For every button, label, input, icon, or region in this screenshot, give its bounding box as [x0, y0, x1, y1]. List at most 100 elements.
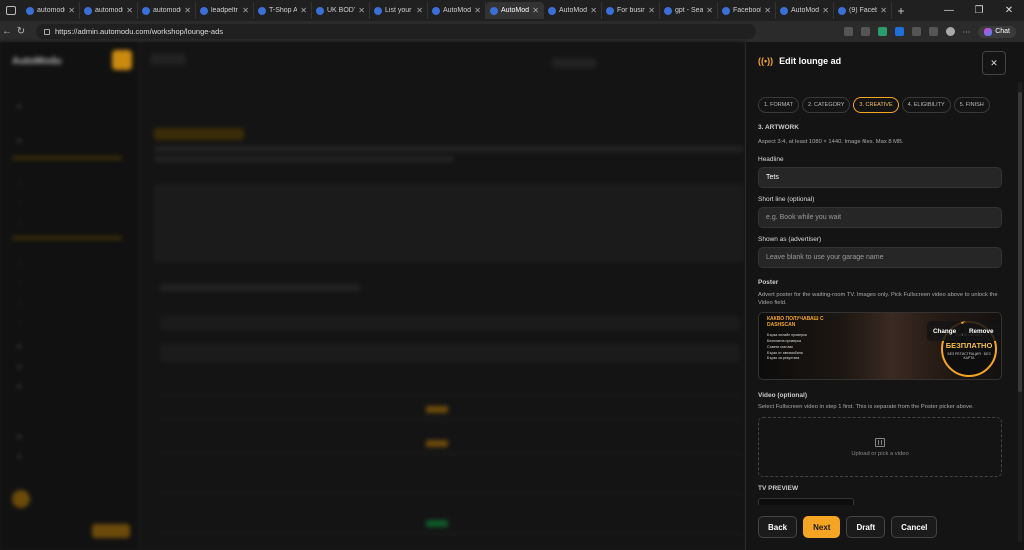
tab-close-icon[interactable]: ✕ [68, 6, 75, 15]
tab-favicon-icon [838, 6, 846, 15]
panel-scroll-area[interactable]: 3. ARTWORK Aspect 3:4, at least 1080 × 1… [758, 122, 1002, 505]
browser-tab[interactable]: AutoModi ✕ [776, 2, 834, 19]
favorites-icon[interactable] [928, 27, 938, 36]
new-tab-button[interactable]: + [892, 4, 910, 18]
tab-close-icon[interactable]: ✕ [880, 6, 887, 15]
tab-favicon-icon [606, 6, 614, 15]
sidebar-item: ▪ [18, 362, 21, 371]
video-label: Video (optional) [758, 392, 807, 400]
browser-tab[interactable]: For busine✕ [602, 2, 660, 19]
change-poster-button[interactable]: Change [927, 321, 963, 342]
panel-scrollbar[interactable] [1018, 82, 1022, 542]
browser-tab[interactable]: List your ✕ [370, 2, 428, 19]
edit-lounge-ad-panel: ((•)) Edit lounge ad ✕ 1. FORMAT 2. CATEG… [745, 42, 1024, 550]
draft-button[interactable]: Draft [846, 516, 886, 538]
more-icon[interactable]: ⋯ [963, 27, 971, 36]
app-main [140, 42, 745, 550]
tab-close-icon[interactable]: ✕ [358, 6, 365, 15]
browser-tab[interactable]: automodu ✕ [80, 2, 138, 19]
tab-close-icon[interactable]: ✕ [706, 6, 713, 15]
poster-help: Advert poster for the waiting-room TV. I… [758, 291, 998, 306]
sidebar-item [12, 236, 122, 240]
browser-tab[interactable]: AutoModu✕ [428, 2, 486, 19]
sidebar-item: · [18, 278, 21, 287]
sidebar-item: · [18, 218, 21, 227]
shown-as-input[interactable]: Leave blank to use your garage name [758, 246, 1002, 268]
maximize-icon[interactable]: ❐ [964, 0, 994, 21]
tab-close-icon[interactable]: ✕ [822, 6, 829, 15]
browser-tab[interactable]: automodu ✕ [22, 2, 80, 19]
video-upload-text: Upload or pick a video [851, 450, 909, 457]
extension-icon[interactable] [894, 27, 904, 36]
headline-label: Headline [758, 155, 784, 163]
tab-close-icon[interactable]: ✕ [242, 6, 249, 15]
remove-poster-button[interactable]: Remove [963, 321, 1000, 342]
minimize-icon[interactable]: — [934, 0, 964, 21]
back-button[interactable]: Back [758, 516, 798, 538]
step-tab[interactable]: 2. CATEGORY [801, 97, 851, 113]
background-search [160, 344, 740, 362]
tab-title: T-Shop A [269, 7, 298, 14]
step-tab[interactable]: 5. FINISH [953, 97, 990, 113]
background-text [154, 146, 744, 152]
copilot-chat-button[interactable]: Chat [978, 25, 1016, 38]
browser-tab[interactable]: (9) Facebo✕ [834, 2, 892, 19]
browser-tab[interactable]: AutoModu✕ [544, 2, 602, 19]
panel-title: Edit lounge ad [779, 56, 842, 66]
background-tabs [160, 316, 740, 330]
step-tab[interactable]: 1. FORMAT [758, 97, 799, 113]
tab-close-icon[interactable]: ✕ [590, 6, 597, 15]
browser-tab[interactable]: T-Shop A ✕ [254, 2, 312, 19]
tab-title: AutoModi [791, 7, 820, 14]
extension-icon[interactable] [843, 27, 853, 36]
tab-close-icon[interactable]: ✕ [300, 6, 307, 15]
tab-close-icon[interactable]: ✕ [126, 6, 133, 15]
browser-tab[interactable]: automodu ✕ [138, 2, 196, 19]
tab-title: List your [385, 7, 412, 14]
step-tab[interactable]: 4. ELIGIBILITY [901, 97, 951, 113]
tab-title: Facebook [733, 7, 762, 14]
step-tab[interactable]: 3. CREATIVE [853, 97, 899, 113]
tab-favicon-icon [780, 6, 788, 15]
sidebar-item: · [18, 198, 21, 207]
tab-favicon-icon [316, 6, 324, 15]
tab-title: automodu [95, 7, 124, 14]
tab-strip: automodu ✕ automodu ✕ automodu ✕ leadpeltr ✕ T-S… [22, 2, 892, 19]
headline-input[interactable]: Tets [758, 166, 1002, 188]
next-button[interactable]: Next [803, 516, 841, 538]
tab-close-icon[interactable]: ✕ [416, 6, 423, 15]
workspaces-icon[interactable] [0, 0, 22, 21]
tab-close-icon[interactable]: ✕ [648, 6, 655, 15]
browser-tab[interactable]: AutoModu✕ [486, 2, 544, 19]
sidebar-item: ▪ [18, 342, 21, 351]
background-row [160, 434, 740, 454]
browser-tab[interactable]: leadpeltr ✕ [196, 2, 254, 19]
poster-image-list: Бърза онлайн проверка Безплатна проверка С… [767, 333, 835, 362]
background-heading [154, 128, 244, 140]
extension-icon[interactable] [860, 27, 870, 36]
tab-close-icon[interactable]: ✕ [764, 6, 771, 15]
close-panel-button[interactable]: ✕ [982, 51, 1006, 75]
tab-close-icon[interactable]: ✕ [184, 6, 191, 15]
extension-icon[interactable] [911, 27, 921, 36]
short-line-input[interactable]: e.g. Book while you wait [758, 206, 1002, 228]
browser-tab[interactable]: Facebook ✕ [718, 2, 776, 19]
tab-close-icon[interactable]: ✕ [532, 6, 539, 15]
url-text: https://admin.automodu.com/workshop/loun… [55, 27, 224, 36]
back-arrow-icon[interactable]: ← [0, 26, 14, 37]
url-field[interactable]: https://admin.automodu.com/workshop/loun… [36, 24, 756, 39]
browser-tab[interactable]: gpt - Sea ✕ [660, 2, 718, 19]
reload-icon[interactable]: ↻ [14, 26, 28, 37]
profile-avatar[interactable] [945, 27, 955, 36]
poster-image-headline: КАКВО ПОЛУЧАВАШ С DASHSCAN [767, 316, 824, 329]
tv-preview [758, 498, 854, 505]
tab-title: (9) Facebo [849, 7, 877, 14]
sidebar-item: ▪ [18, 136, 21, 145]
extension-icon[interactable] [877, 27, 887, 36]
tab-close-icon[interactable]: ✕ [474, 6, 481, 15]
tab-favicon-icon [374, 6, 382, 15]
cancel-button[interactable]: Cancel [891, 516, 938, 538]
close-window-icon[interactable]: ✕ [994, 0, 1024, 21]
browser-tab[interactable]: UK BODY✕ [312, 2, 370, 19]
video-upload-area[interactable]: Upload or pick a video [758, 417, 1002, 478]
